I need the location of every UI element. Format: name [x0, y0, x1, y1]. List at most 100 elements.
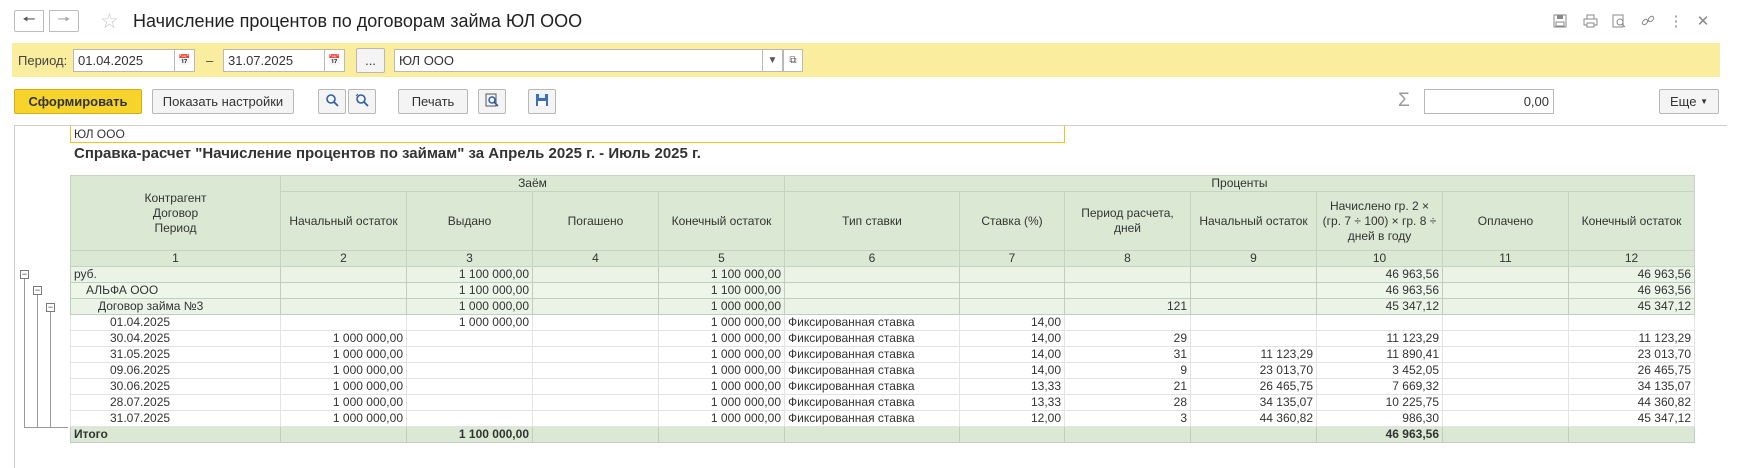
table-cell: 1 000 000,00 — [658, 298, 785, 315]
col-11-header: Оплачено — [1442, 191, 1569, 251]
period-select-button[interactable]: ... — [356, 48, 385, 73]
table-cell: 1 000 000,00 — [280, 378, 407, 395]
period-from-input[interactable]: 01.04.2025 — [73, 49, 175, 72]
collapse-rub-group-icon[interactable]: − — [20, 270, 29, 279]
period-to-input[interactable]: 31.07.2025 — [223, 49, 325, 72]
table-cell: 10 225,75 — [1316, 394, 1443, 411]
print-icon[interactable] — [1581, 12, 1599, 30]
table-cell: 9 — [1064, 362, 1191, 379]
table-cell: 1 000 000,00 — [280, 410, 407, 427]
print-preview-button[interactable] — [478, 89, 506, 114]
table-row[interactable]: 30.06.2025 1 000 000,00 1 000 000,00 Фиксир… — [70, 378, 1695, 395]
col-number: 8 — [1064, 250, 1191, 267]
table-cell — [1442, 378, 1569, 395]
col-number: 10 — [1316, 250, 1443, 267]
table-cell — [1442, 362, 1569, 379]
table-cell — [532, 330, 659, 347]
more-vertical-icon[interactable]: ⋮ — [1667, 12, 1685, 30]
link-icon[interactable] — [1639, 12, 1657, 30]
total-row: Итого 1 100 000,00 46 963,56 — [70, 426, 1695, 443]
print-button[interactable]: Печать — [398, 89, 468, 114]
table-cell: 46 963,56 — [1316, 282, 1443, 299]
total-cell — [959, 426, 1065, 443]
table-cell: 31.05.2025 — [70, 346, 281, 363]
preview-icon[interactable] — [1610, 12, 1628, 30]
table-cell: 46 963,56 — [1568, 282, 1695, 299]
show-settings-button[interactable]: Показать настройки — [152, 89, 294, 114]
table-cell — [406, 346, 533, 363]
table-cell: 09.06.2025 — [70, 362, 281, 379]
table-cell: АЛЬФА ООО — [70, 282, 281, 299]
favorite-star-icon[interactable]: ☆ — [100, 9, 119, 34]
table-cell — [784, 282, 960, 299]
save-icon[interactable] — [1551, 12, 1569, 30]
search-settings-icon — [354, 93, 370, 110]
close-icon[interactable]: ✕ — [1694, 12, 1712, 30]
table-row[interactable]: 31.07.2025 1 000 000,00 1 000 000,00 Фиксир… — [70, 410, 1695, 427]
report-org-cell: ЮЛ ООО — [70, 126, 1065, 143]
table-cell: 7 669,32 — [1316, 378, 1443, 395]
organization-input[interactable]: ЮЛ ООО — [394, 49, 763, 72]
group-row[interactable]: руб. 1 100 000,00 1 100 000,00 46 963,56 46 … — [70, 266, 1695, 283]
group-row[interactable]: Договор займа №3 1 000 000,00 1 000 000,00… — [70, 298, 1695, 315]
col-number: 1 — [70, 250, 281, 267]
table-cell: 1 000 000,00 — [658, 362, 785, 379]
table-cell: 1 100 000,00 — [658, 282, 785, 299]
organization-open-button[interactable]: ⧉ — [783, 49, 803, 72]
table-row[interactable]: 31.05.2025 1 000 000,00 1 000 000,00 Фиксир… — [70, 346, 1695, 363]
table-cell: 26 465,75 — [1568, 362, 1695, 379]
table-cell — [280, 314, 407, 331]
total-cell: 46 963,56 — [1316, 426, 1443, 443]
organization-dropdown-button[interactable]: ▼ — [763, 49, 783, 72]
table-cell: 31.07.2025 — [70, 410, 281, 427]
total-cell — [784, 426, 960, 443]
table-row[interactable]: 28.07.2025 1 000 000,00 1 000 000,00 Фиксир… — [70, 394, 1695, 411]
table-cell: 28 — [1064, 394, 1191, 411]
report-title: Справка-расчет "Начисление процентов по … — [74, 145, 701, 162]
more-button-label: Еще — [1670, 94, 1697, 109]
table-cell: 1 000 000,00 — [658, 314, 785, 331]
search-button[interactable] — [318, 89, 346, 114]
forward-button[interactable]: 🠖 — [49, 10, 79, 32]
col-number: 5 — [658, 250, 785, 267]
tree-line — [24, 279, 25, 427]
table-cell: Фиксированная ставка — [784, 330, 960, 347]
table-cell: Фиксированная ставка — [784, 394, 960, 411]
table-cell — [406, 378, 533, 395]
search-settings-button[interactable] — [348, 89, 376, 114]
arrow-left-icon: 🠔 — [22, 10, 36, 28]
table-row[interactable]: 30.04.2025 1 000 000,00 1 000 000,00 Фиксир… — [70, 330, 1695, 347]
save-report-button[interactable] — [528, 89, 556, 114]
more-button[interactable]: Еще ▼ — [1659, 89, 1719, 114]
col-9-header: Начальный остаток — [1190, 191, 1317, 251]
interest-group-header: Проценты — [784, 175, 1695, 192]
table-cell — [1190, 298, 1317, 315]
back-button[interactable]: 🠔 — [14, 10, 44, 32]
table-cell: 34 135,07 — [1190, 394, 1317, 411]
period-from-calendar-button[interactable]: 📅 — [175, 49, 195, 72]
generate-button[interactable]: Сформировать — [14, 89, 142, 114]
table-row[interactable]: 09.06.2025 1 000 000,00 1 000 000,00 Фиксир… — [70, 362, 1695, 379]
table-cell: 986,30 — [1316, 410, 1443, 427]
total-cell — [1442, 426, 1569, 443]
period-to-calendar-button[interactable]: 📅 — [325, 49, 345, 72]
window-title: Начисление процентов по договорам займа … — [133, 11, 583, 31]
table-cell: 1 000 000,00 — [280, 394, 407, 411]
sum-field[interactable]: 0,00 — [1424, 89, 1554, 114]
col-number: 9 — [1190, 250, 1317, 267]
table-cell: 1 000 000,00 — [658, 410, 785, 427]
collapse-counterparty-icon[interactable]: − — [33, 286, 42, 295]
table-cell — [1442, 298, 1569, 315]
table-cell — [406, 410, 533, 427]
table-cell: 11 123,29 — [1568, 330, 1695, 347]
table-cell: 1 000 000,00 — [658, 394, 785, 411]
collapse-contract-icon[interactable]: − — [46, 303, 55, 312]
total-cell: Итого — [70, 426, 281, 443]
table-cell — [1442, 410, 1569, 427]
col-3-header: Выдано — [406, 191, 533, 251]
table-cell — [1568, 314, 1695, 331]
table-row[interactable]: 01.04.2025 1 000 000,00 1 000 000,00 Фиксир… — [70, 314, 1695, 331]
floppy-disk-icon — [535, 93, 549, 110]
table-cell — [280, 298, 407, 315]
group-row[interactable]: АЛЬФА ООО 1 100 000,00 1 100 000,00 46 963,… — [70, 282, 1695, 299]
